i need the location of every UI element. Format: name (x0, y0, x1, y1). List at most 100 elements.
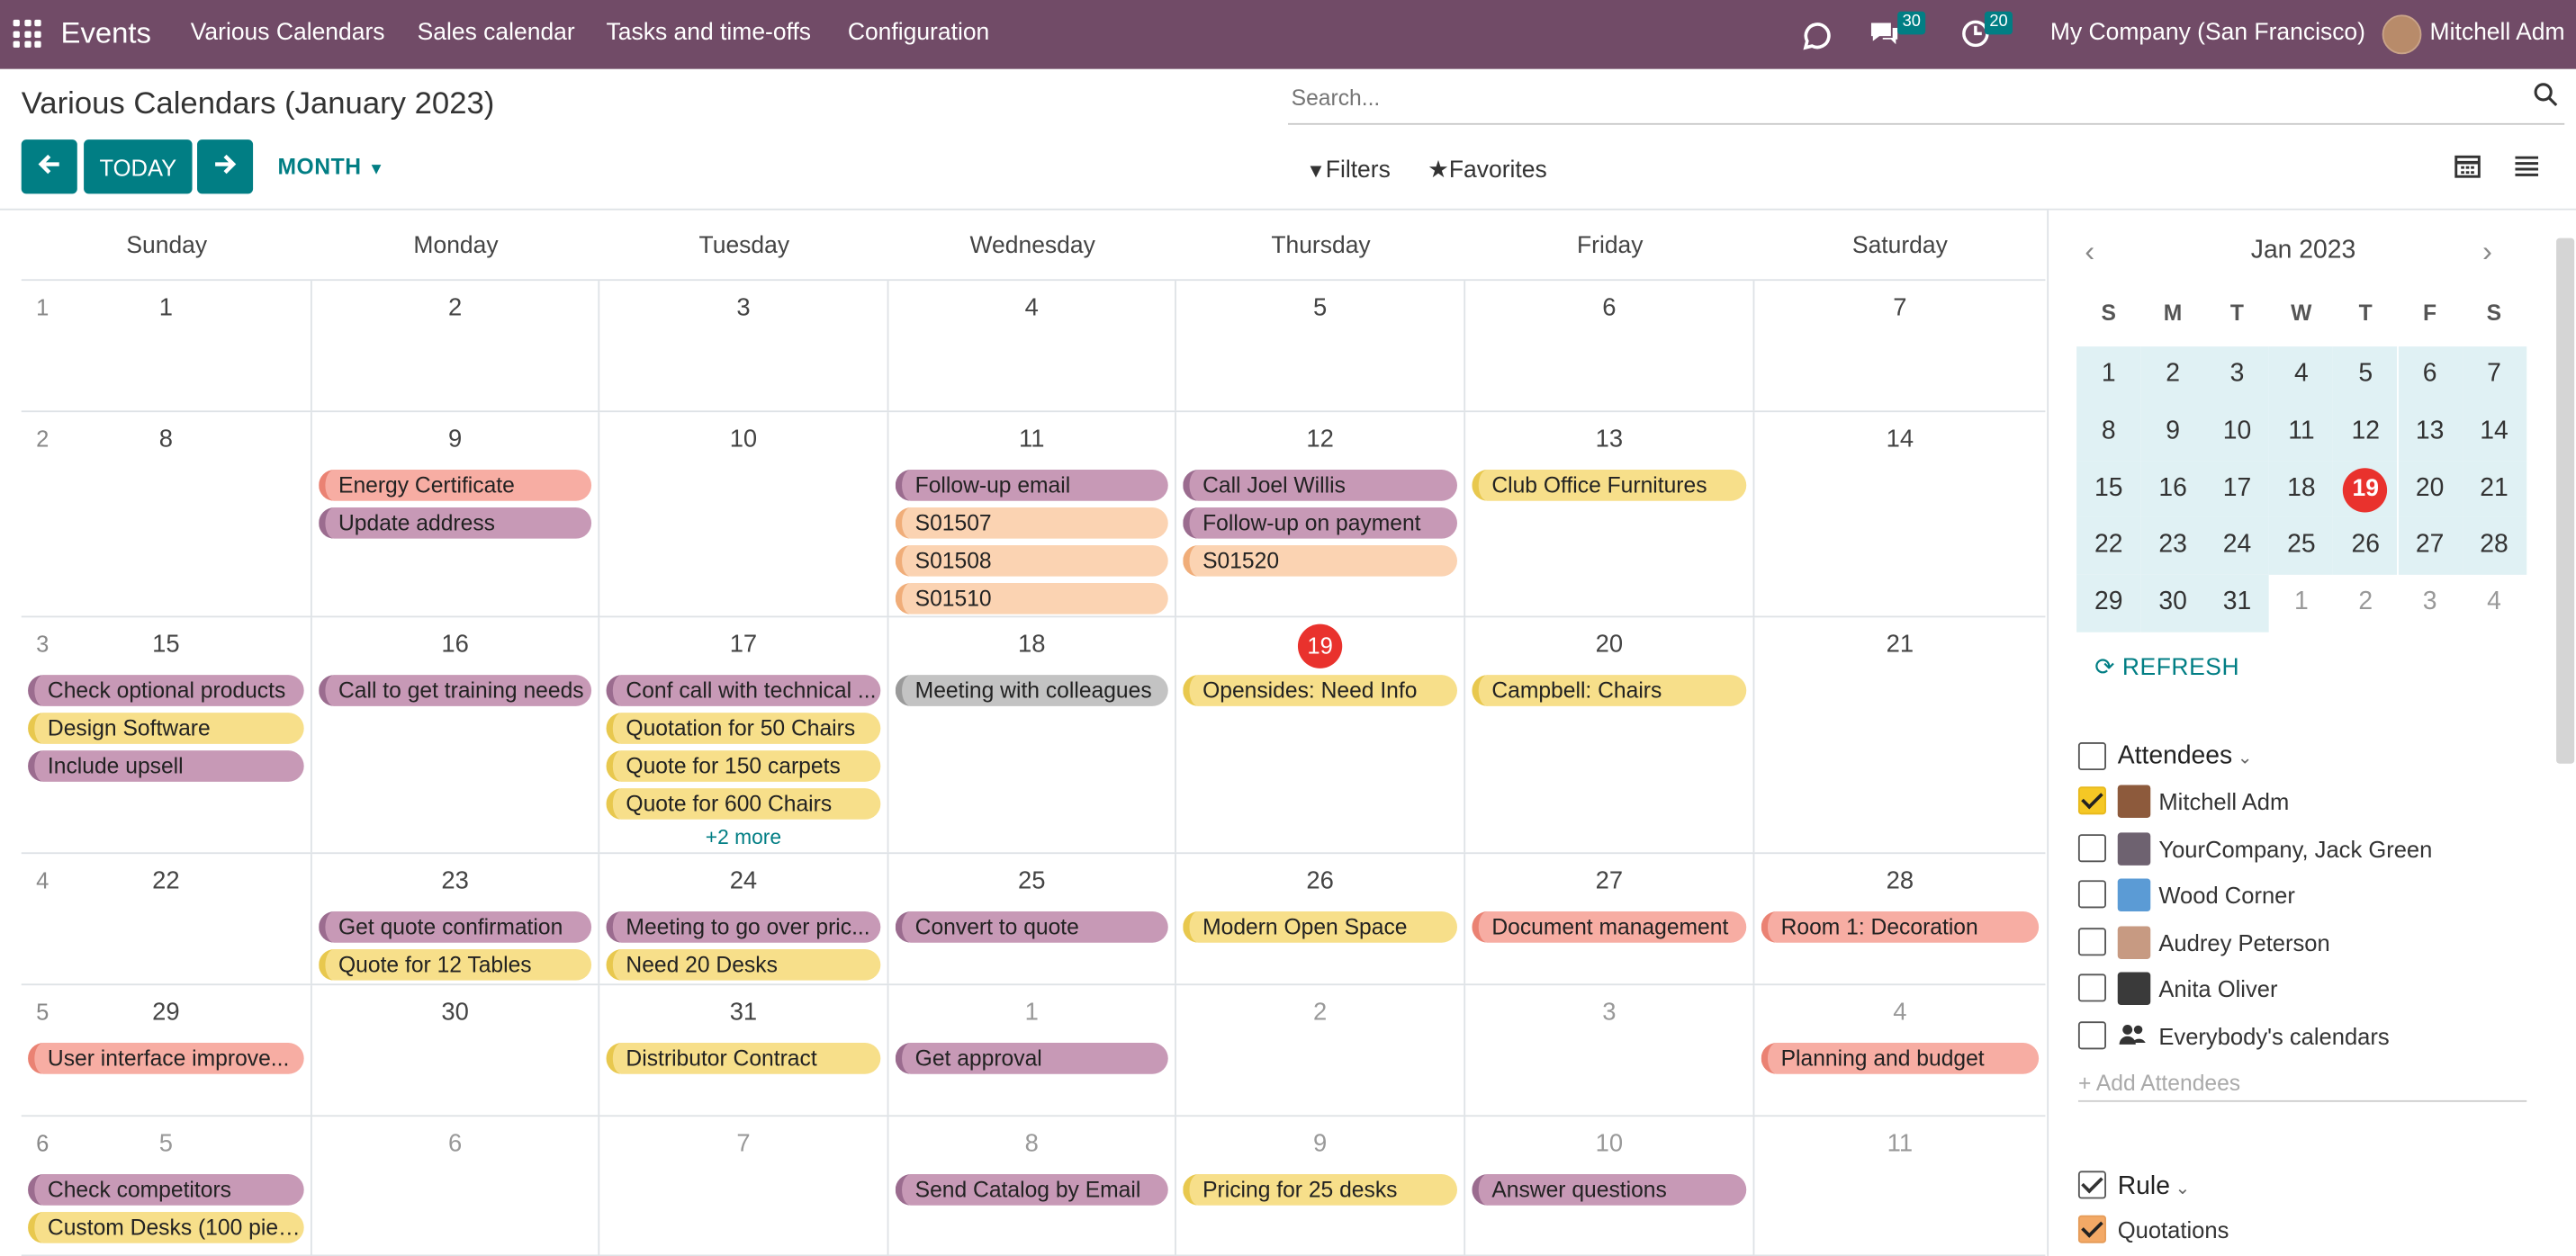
mini-day[interactable]: 23 (2140, 517, 2205, 576)
calendar-event[interactable]: Send Catalog by Email (895, 1174, 1168, 1206)
day-cell[interactable]: 26 Modern Open Space (1176, 854, 1466, 984)
menu-various-calendars[interactable]: Various Calendars (191, 20, 385, 46)
day-cell[interactable]: 27 Document management (1465, 854, 1755, 984)
calendar-event[interactable]: Meeting with colleagues (895, 675, 1168, 706)
day-cell[interactable]: 10 Answer questions (1465, 1117, 1755, 1255)
day-cell[interactable]: 9 Energy Certificate Update address (312, 412, 600, 616)
day-cell[interactable]: 12 Call Joel Willis Follow-up on payment S0… (1176, 412, 1466, 616)
attendee-checkbox[interactable] (2077, 1020, 2106, 1049)
calendar-event[interactable]: Document management (1472, 911, 1747, 943)
calendar-event[interactable]: Energy Certificate (319, 470, 592, 501)
day-cell[interactable]: 1 Get approval (888, 985, 1176, 1116)
mini-day[interactable]: 5 (2333, 346, 2398, 404)
today-button[interactable]: TODAY (84, 139, 193, 194)
mini-day[interactable]: 31 (2204, 575, 2270, 632)
favorites-button[interactable]: ★Favorites (1428, 157, 1547, 184)
mini-day[interactable]: 4 (2269, 346, 2334, 404)
day-cell[interactable]: 6 (312, 1117, 600, 1255)
day-cell[interactable]: 4 (888, 281, 1176, 411)
mini-day[interactable]: 25 (2269, 517, 2334, 576)
calendar-event[interactable]: Opensides: Need Info (1183, 675, 1458, 706)
mini-day[interactable]: 2 (2334, 575, 2398, 632)
mini-day[interactable]: 14 (2462, 403, 2526, 462)
day-cell[interactable]: 21 (1754, 617, 2045, 852)
mini-day[interactable]: 26 (2333, 517, 2398, 576)
mini-day[interactable]: 12 (2333, 403, 2398, 462)
mini-day[interactable]: 11 (2269, 403, 2334, 462)
day-cell[interactable]: 4 22 (22, 854, 312, 984)
apps-menu-icon[interactable] (13, 19, 41, 48)
mini-day[interactable]: 29 (2076, 575, 2141, 632)
calendar-event[interactable]: Answer questions (1472, 1174, 1747, 1206)
mini-day[interactable]: 7 (2462, 346, 2526, 404)
menu-sales-calendar[interactable]: Sales calendar (418, 20, 575, 46)
rule-title[interactable]: Rule ⌄ (2118, 1172, 2191, 1202)
search-icon[interactable] (2534, 82, 2558, 115)
calendar-event[interactable]: Custom Desks (100 piec... (28, 1212, 304, 1243)
list-view-icon[interactable] (2514, 153, 2540, 187)
rule-toggle-all-checkbox[interactable] (2077, 1171, 2106, 1199)
user-avatar[interactable] (2382, 14, 2422, 55)
day-cell[interactable]: 24 Meeting to go over pric... Need 20 Desk… (599, 854, 889, 984)
company-switcher[interactable]: My Company (San Francisco) (2050, 20, 2365, 46)
attendee-checkbox[interactable] (2077, 833, 2106, 862)
day-cell[interactable]: 3 (1465, 985, 1755, 1116)
calendar-event[interactable]: User interface improve... (28, 1043, 304, 1074)
calendar-event[interactable]: Quote for 600 Chairs (606, 788, 881, 820)
calendar-event[interactable]: Quotation for 50 Chairs (606, 713, 881, 744)
calendar-event[interactable]: Need 20 Desks (606, 948, 881, 981)
menu-tasks-timeoffs[interactable]: Tasks and time-offs (607, 20, 812, 46)
add-attendees-input[interactable]: + Add Attendees (2078, 1071, 2240, 1095)
calendar-event[interactable]: S01507 (895, 507, 1168, 539)
mini-day[interactable]: 3 (2204, 346, 2270, 404)
mini-day[interactable]: 4 (2462, 575, 2526, 632)
calendar-event[interactable]: Quote for 12 Tables (319, 948, 592, 981)
calendar-event[interactable]: Follow-up email (895, 470, 1168, 501)
filters-button[interactable]: ▼Filters (1306, 157, 1391, 184)
day-cell[interactable]: 19 Opensides: Need Info (1176, 617, 1466, 853)
calendar-event[interactable]: S01510 (895, 582, 1168, 615)
day-cell[interactable]: 14 (1754, 412, 2045, 615)
day-cell[interactable]: 30 (312, 985, 600, 1116)
calendar-event[interactable]: Campbell: Chairs (1472, 675, 1747, 706)
day-cell[interactable]: 5 29 User interface improve... (22, 985, 312, 1116)
attendee-checkbox[interactable] (2077, 973, 2106, 1002)
mini-day[interactable]: 21 (2462, 461, 2526, 518)
day-cell[interactable]: 2 (1176, 985, 1466, 1116)
search-input[interactable] (1291, 85, 2474, 111)
mini-day[interactable]: 10 (2204, 403, 2270, 462)
mini-day[interactable]: 27 (2397, 517, 2463, 576)
attendee-checkbox[interactable] (2077, 880, 2106, 909)
mini-day[interactable]: 1 (2076, 346, 2141, 404)
day-cell[interactable]: 13 Club Office Furnitures (1465, 412, 1755, 616)
day-cell[interactable]: 17 Conf call with technical ... Quotation … (599, 617, 889, 853)
day-cell[interactable]: 3 15 Check optional products Design Softwar… (22, 617, 312, 853)
day-cell[interactable]: 10 (599, 412, 889, 616)
day-cell[interactable]: 11 Follow-up email S01507 S01508 S01510 (888, 412, 1176, 616)
mini-day[interactable]: 1 (2269, 575, 2333, 632)
rule-quotations-checkbox[interactable] (2077, 1215, 2106, 1243)
mini-day[interactable]: 9 (2140, 403, 2205, 462)
app-name[interactable]: Events (61, 16, 151, 50)
more-events-link[interactable]: +2 more (599, 826, 887, 849)
calendar-event[interactable]: Convert to quote (895, 911, 1168, 943)
calendar-event[interactable]: Get approval (895, 1043, 1168, 1074)
day-cell[interactable]: 25 Convert to quote (888, 854, 1176, 984)
calendar-event[interactable]: Quote for 150 carpets (606, 750, 881, 782)
mini-day[interactable]: 28 (2462, 517, 2526, 576)
calendar-event[interactable]: Distributor Contract (606, 1043, 881, 1074)
calendar-event[interactable]: Call Joel Willis (1183, 470, 1458, 501)
calendar-event[interactable]: Include upsell (28, 750, 304, 782)
calendar-event[interactable]: Conf call with technical ... (606, 675, 881, 706)
day-cell[interactable]: 20 Campbell: Chairs (1465, 617, 1755, 853)
mini-day[interactable]: 8 (2076, 403, 2141, 462)
calendar-event[interactable]: Planning and budget (1761, 1043, 2040, 1074)
day-cell[interactable]: 3 (599, 281, 889, 411)
calendar-event[interactable]: Modern Open Space (1183, 911, 1458, 943)
calendar-event[interactable]: S01520 (1183, 544, 1458, 577)
calendar-event[interactable]: Follow-up on payment (1183, 507, 1458, 539)
day-cell[interactable]: 28 Room 1: Decoration (1754, 854, 2045, 983)
day-cell[interactable]: 16 Call to get training needs (312, 617, 600, 853)
mini-day[interactable]: 16 (2140, 461, 2205, 518)
day-cell[interactable]: 28 (22, 412, 312, 616)
